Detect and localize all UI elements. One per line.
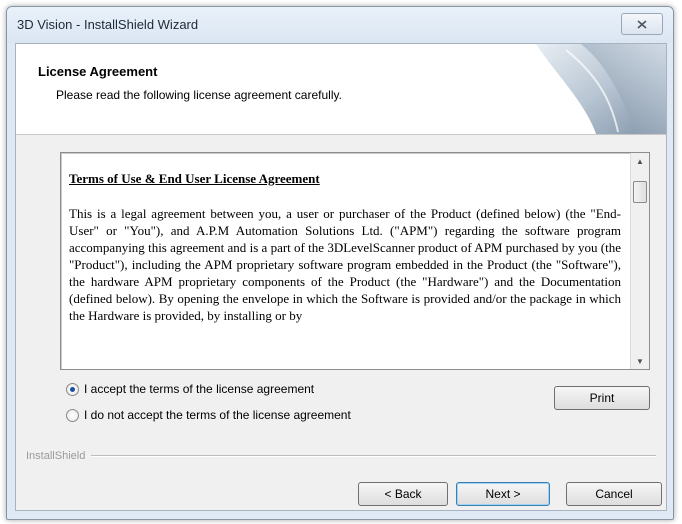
license-text: Terms of Use & End User License Agreemen… [69, 163, 621, 367]
scroll-down-button[interactable]: ▼ [631, 353, 649, 369]
wizard-header: License Agreement Please read the follow… [16, 44, 666, 135]
close-button[interactable] [621, 13, 663, 35]
license-paragraph: This is a legal agreement between you, a… [69, 206, 621, 323]
divider [91, 455, 656, 457]
license-scrollbar[interactable]: ▲ ▼ [630, 153, 649, 369]
accept-label: I accept the terms of the license agreem… [84, 382, 315, 396]
installer-window: 3D Vision - InstallShield Wizard License… [6, 6, 674, 520]
scroll-up-arrow-icon: ▲ [636, 156, 644, 166]
scroll-thumb[interactable] [633, 181, 647, 203]
accept-option[interactable]: I accept the terms of the license agreem… [66, 382, 314, 396]
wizard-body: License Agreement Please read the follow… [15, 43, 667, 511]
decline-radio[interactable] [66, 408, 79, 422]
back-button[interactable]: < Back [358, 482, 448, 506]
installshield-brand-line: InstallShield [26, 449, 656, 463]
license-text-box[interactable]: Terms of Use & End User License Agreemen… [60, 152, 650, 370]
decline-option[interactable]: I do not accept the terms of the license… [66, 408, 351, 422]
installshield-label: InstallShield [26, 450, 86, 462]
next-button[interactable]: Next > [456, 482, 550, 506]
cancel-button[interactable]: Cancel [566, 482, 662, 506]
title-bar[interactable]: 3D Vision - InstallShield Wizard [7, 7, 673, 43]
page-subtitle: Please read the following license agreem… [56, 88, 342, 102]
page-curl-graphic [536, 44, 666, 134]
scroll-down-arrow-icon: ▼ [636, 356, 644, 366]
page-title: License Agreement [38, 64, 158, 79]
accept-radio[interactable] [66, 382, 79, 396]
scroll-up-button[interactable]: ▲ [631, 153, 649, 169]
close-icon [637, 19, 647, 29]
decline-label: I do not accept the terms of the license… [84, 408, 351, 422]
window-title: 3D Vision - InstallShield Wizard [17, 17, 199, 32]
print-button[interactable]: Print [554, 386, 650, 410]
license-heading: Terms of Use & End User License Agreemen… [69, 171, 320, 186]
